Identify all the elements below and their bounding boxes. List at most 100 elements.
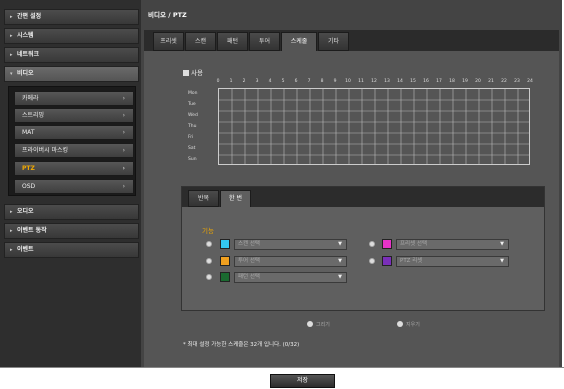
preset-select-dropdown[interactable]: 프리셋 선택 ▼ xyxy=(396,239,509,250)
hour-label: 5 xyxy=(281,79,285,84)
tab-once[interactable]: 한 번 xyxy=(220,190,251,207)
hour-label: 19 xyxy=(462,79,468,84)
page-title: 비디오 / PTZ xyxy=(148,11,187,19)
chevron-down-icon: ▼ xyxy=(338,258,342,264)
tab-tour[interactable]: 투어 xyxy=(249,32,280,51)
hour-label: 15 xyxy=(410,79,416,84)
schedule-grid[interactable] xyxy=(218,88,530,165)
hour-label: 7 xyxy=(307,79,311,84)
hour-label: 20 xyxy=(475,79,481,84)
chevron-down-icon: ▼ xyxy=(500,258,504,264)
hour-label: 14 xyxy=(397,79,403,84)
day-label: Thu xyxy=(188,124,197,129)
tab-scan[interactable]: 스캔 xyxy=(185,32,216,51)
sidebar-item-network[interactable]: ▸ 네트워크 xyxy=(4,47,139,63)
hour-label: 0 xyxy=(216,79,220,84)
tab-pattern[interactable]: 패턴 xyxy=(217,32,248,51)
radio-icon xyxy=(397,321,403,327)
dropdown-value: 스캔 선택 xyxy=(238,241,260,247)
sidebar-item-video[interactable]: ▾ 비디오 xyxy=(4,66,139,82)
day-label: Mon xyxy=(188,91,198,96)
tab-repeat[interactable]: 반복 xyxy=(188,190,219,207)
submenu-label: 스트리밍 xyxy=(22,112,45,119)
day-label: Fri xyxy=(188,135,194,140)
chevron-right-icon: ▸ xyxy=(10,14,13,20)
submenu-label: 카메라 xyxy=(22,95,39,102)
hour-label: 12 xyxy=(371,79,377,84)
submenu-streaming[interactable]: 스트리밍 › xyxy=(14,108,134,123)
submenu-mat[interactable]: MAT › xyxy=(14,125,134,140)
sidebar-item-audio[interactable]: ▸ 오디오 xyxy=(4,204,139,220)
pattern-color-swatch xyxy=(220,272,230,282)
chevron-right-icon: › xyxy=(122,147,125,154)
submenu-label: PTZ xyxy=(22,165,35,172)
chevron-down-icon: ▼ xyxy=(338,241,342,247)
inner-tab-bar: 반복 한 번 xyxy=(182,187,544,207)
tab-bar: 프리셋 스캔 패턴 투어 스케줄 기타 xyxy=(144,30,559,51)
ptz-reset-color-swatch xyxy=(382,256,392,266)
sidebar-item-quick-setup[interactable]: ▸ 간편 설정 xyxy=(4,9,139,25)
tab-schedule[interactable]: 스케줄 xyxy=(281,32,317,51)
day-label: Wed xyxy=(188,113,198,118)
preset-color-swatch xyxy=(382,239,392,249)
chevron-right-icon: ▸ xyxy=(10,209,13,215)
tour-select-dropdown[interactable]: 투어 선택 ▼ xyxy=(234,256,347,267)
dropdown-value: 투어 선택 xyxy=(238,258,260,264)
day-label: Sat xyxy=(188,146,196,151)
tab-etc[interactable]: 기타 xyxy=(318,32,349,51)
scan-select-dropdown[interactable]: 스캔 선택 ▼ xyxy=(234,239,347,250)
chevron-down-icon: ▼ xyxy=(338,274,342,280)
submenu-osd[interactable]: OSD › xyxy=(14,179,134,194)
chevron-right-icon: › xyxy=(122,112,125,119)
hour-label: 1 xyxy=(229,79,233,84)
submenu-label: OSD xyxy=(22,183,36,190)
tour-color-swatch xyxy=(220,256,230,266)
sidebar-item-label: 이벤트 동작 xyxy=(17,227,47,234)
draw-label: 그리기 xyxy=(316,322,330,328)
function-radio-preset[interactable] xyxy=(369,241,375,247)
function-radio-ptz-reset[interactable] xyxy=(369,258,375,264)
sidebar-item-event[interactable]: ▸ 이벤트 xyxy=(4,242,139,258)
sidebar-item-label: 이벤트 xyxy=(17,246,34,253)
hour-label: 21 xyxy=(488,79,494,84)
chevron-down-icon: ▼ xyxy=(500,241,504,247)
submenu-camera[interactable]: 카메라 › xyxy=(14,91,134,106)
function-label: 기능 xyxy=(202,227,214,235)
schedule-enable-checkbox[interactable]: 사용 xyxy=(183,67,203,77)
hour-label: 17 xyxy=(436,79,442,84)
hour-label: 3 xyxy=(255,79,259,84)
chevron-right-icon: ▸ xyxy=(10,52,13,58)
dropdown-value: 패턴 선택 xyxy=(238,274,260,280)
erase-label: 지우기 xyxy=(406,322,420,328)
hour-label: 22 xyxy=(501,79,507,84)
sidebar-item-system[interactable]: ▸ 시스템 xyxy=(4,28,139,44)
day-label: Sun xyxy=(188,157,197,162)
sidebar: ▸ 간편 설정 ▸ 시스템 ▸ 네트워크 ▾ 비디오 카메라 › 스트리밍 › MAT › 프… xyxy=(0,0,141,367)
draw-radio[interactable]: 그리기 xyxy=(307,321,330,328)
sidebar-item-event-action[interactable]: ▸ 이벤트 동작 xyxy=(4,223,139,239)
dropdown-value: PTZ 리셋 xyxy=(400,258,423,264)
ptz-reset-dropdown[interactable]: PTZ 리셋 ▼ xyxy=(396,256,509,267)
schedule-limit-note: * 최대 설정 가능한 스케줄은 32개 입니다. (0/32) xyxy=(183,342,300,348)
function-radio-scan[interactable] xyxy=(206,241,212,247)
submenu-privacy-masking[interactable]: 프라이버시 마스킹 › xyxy=(14,143,134,158)
submenu-label: MAT xyxy=(22,129,35,136)
schedule-content: 사용 반복 한 번 기능 스캔 선택 ▼ 프리셋 선택 ▼ 투어 선택 ▼ PTZ 리… xyxy=(144,51,559,367)
hour-label: 8 xyxy=(320,79,324,84)
chevron-down-icon: ▾ xyxy=(10,71,13,77)
chevron-right-icon: ▸ xyxy=(10,33,13,39)
tab-preset[interactable]: 프리셋 xyxy=(153,32,184,51)
hour-label: 23 xyxy=(514,79,520,84)
save-button[interactable]: 저장 xyxy=(270,374,335,388)
sidebar-item-label: 비디오 xyxy=(17,70,34,77)
sidebar-item-label: 네트워크 xyxy=(17,51,40,58)
function-radio-pattern[interactable] xyxy=(206,274,212,280)
pattern-select-dropdown[interactable]: 패턴 선택 ▼ xyxy=(234,272,347,283)
hour-label: 2 xyxy=(242,79,246,84)
submenu-ptz[interactable]: PTZ › xyxy=(14,161,134,176)
erase-radio[interactable]: 지우기 xyxy=(397,321,420,328)
day-label: Tue xyxy=(188,102,196,107)
sidebar-item-label: 시스템 xyxy=(17,32,34,39)
hour-label: 4 xyxy=(268,79,272,84)
function-radio-tour[interactable] xyxy=(206,258,212,264)
